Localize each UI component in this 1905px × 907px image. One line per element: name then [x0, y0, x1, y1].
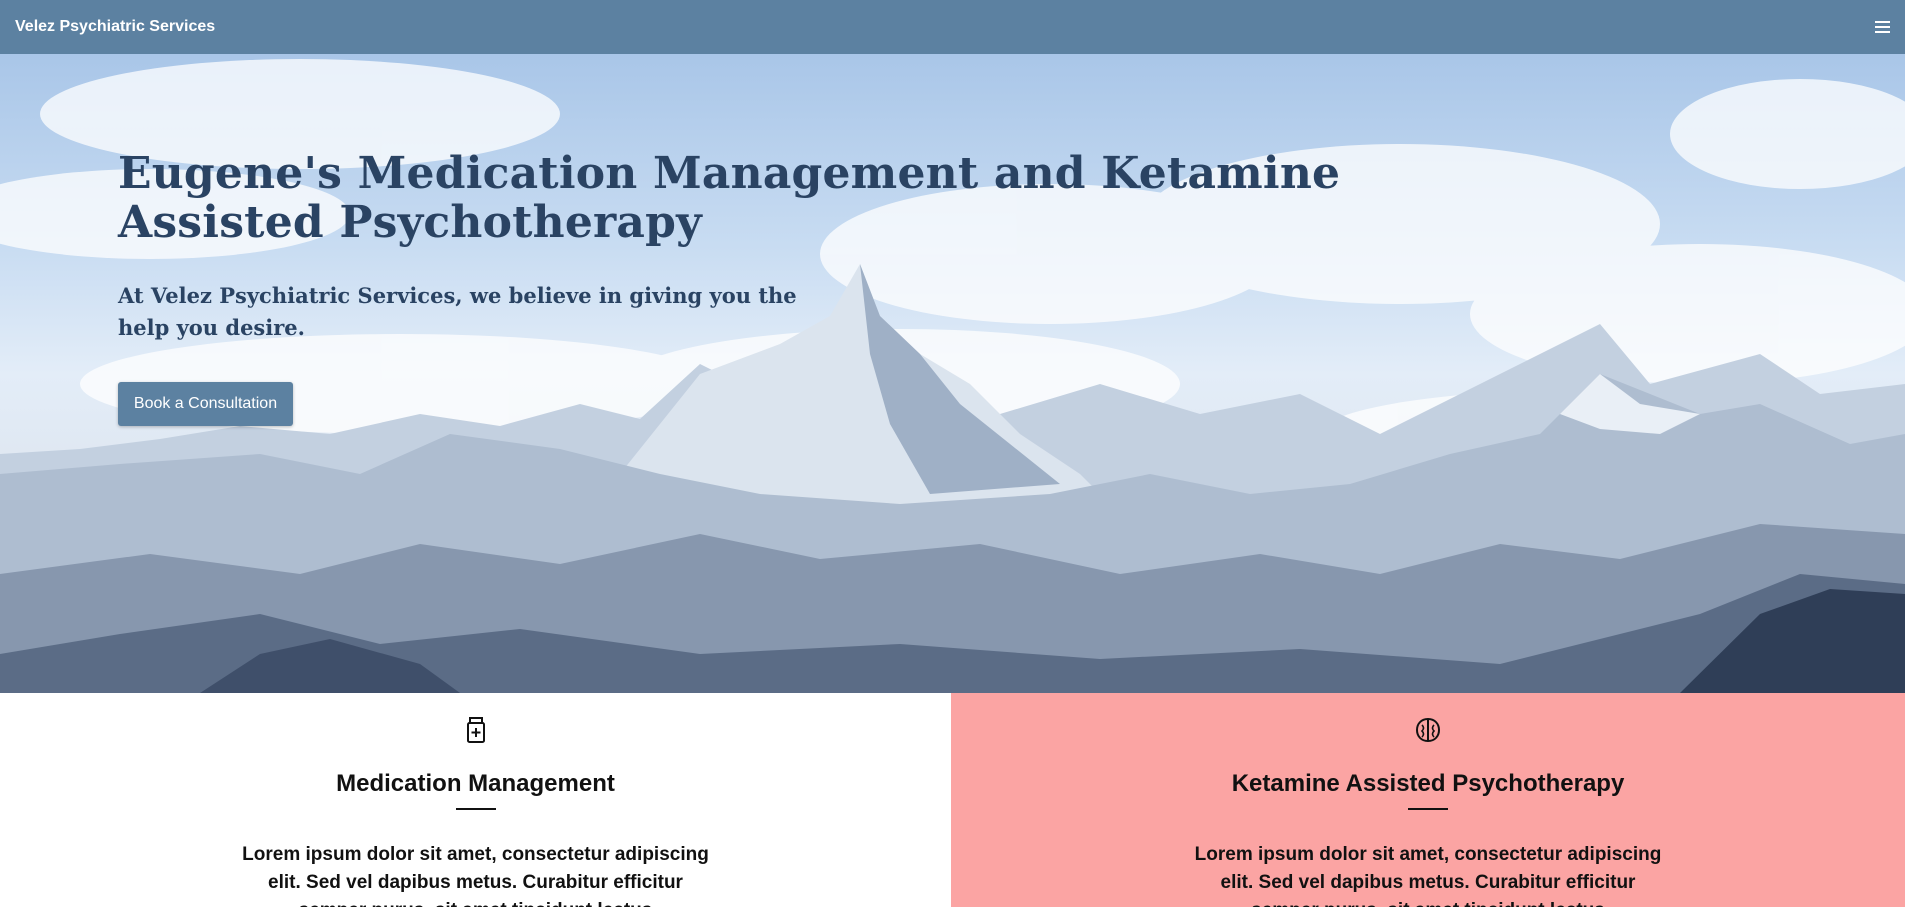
brain-icon	[1415, 717, 1441, 743]
hero-section: Eugene's Medication Management and Ketam…	[0, 54, 1905, 693]
book-consultation-button[interactable]: Book a Consultation	[118, 382, 293, 426]
medicine-bottle-icon	[466, 717, 485, 743]
service-title: Ketamine Assisted Psychotherapy	[1231, 770, 1625, 797]
service-card-ketamine: Ketamine Assisted Psychotherapy Lorem ip…	[951, 693, 1905, 907]
service-description: Lorem ipsum dolor sit amet, consectetur …	[1194, 844, 1662, 907]
service-title: Medication Management	[336, 770, 615, 797]
hero-subtitle: At Velez Psychiatric Services, we believ…	[118, 283, 797, 340]
hero-title: Eugene's Medication Management and Ketam…	[118, 148, 1341, 248]
brand-logo-text[interactable]: Velez Psychiatric Services	[15, 18, 215, 36]
service-description: Lorem ipsum dolor sit amet, consectetur …	[242, 844, 709, 907]
title-divider	[1408, 808, 1448, 810]
title-divider	[455, 808, 496, 810]
hamburger-menu-icon[interactable]	[1868, 16, 1890, 38]
service-card-medication: Medication Management Lorem ipsum dolor …	[0, 693, 951, 907]
navbar: Velez Psychiatric Services	[0, 0, 1905, 54]
